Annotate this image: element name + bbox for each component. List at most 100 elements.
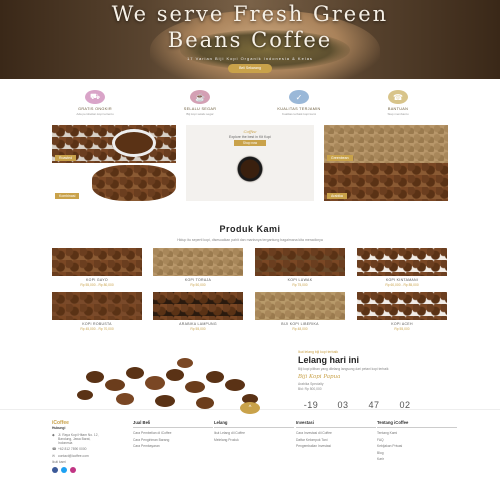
hero-subtitle: 17 Varian Biji Kopi Organik Indonesia & …: [187, 56, 313, 61]
mail-icon: ✉: [52, 453, 55, 458]
product-price: Rp 45,000 - Rp 70,000: [80, 327, 114, 331]
product-image: [52, 292, 142, 320]
hero-title-line1: We serve Fresh Green: [111, 2, 389, 26]
auction-kicker: Ikut lelang biji kopi terbaik: [298, 350, 339, 354]
footer-address-text: Jl. Raya Kopi Hitam No. 12, Bandung, Jaw…: [58, 432, 99, 445]
product-card[interactable]: KOPI ACEH Rp 55,000: [357, 292, 447, 336]
product-card[interactable]: KOPI TORAJA Rp 50,000: [153, 248, 243, 292]
coffee-cup-image: [112, 129, 156, 157]
footer-address: ◆ Jl. Raya Kopi Hitam No. 12, Bandung, J…: [52, 433, 102, 445]
footer-col-heading: Tentang iCoffee: [377, 420, 457, 428]
promo-shop-button[interactable]: Shop now: [234, 140, 266, 146]
product-image: [255, 292, 345, 320]
promo-brand: Coffee: [243, 129, 257, 134]
footer-link[interactable]: FAQ: [377, 438, 457, 442]
footer-email-text: contact@icoffee.com: [58, 453, 89, 458]
product-price: Rp 75,000: [292, 283, 308, 287]
product-price: Rp 60,000 - Rp 85,000: [385, 283, 419, 287]
product-card[interactable]: BIJI KOPI LIBERIKA Rp 48,000: [255, 292, 345, 336]
feature-gratis-ongkir: ⛟ GRATIS ONGKIR Ada pembelian kopi terte…: [60, 90, 130, 116]
tile-kombinasi[interactable]: Kombinasi: [52, 163, 176, 201]
footer-link[interactable]: Blog: [377, 451, 457, 455]
product-name: KOPI KINTAMANI: [385, 278, 419, 282]
feature-desc: Kualitas terbaik kopi kami: [281, 112, 316, 116]
hero-title-line2: Beans Coffee: [167, 28, 333, 52]
phone-icon: ☎: [52, 447, 57, 451]
facebook-icon[interactable]: [52, 466, 58, 473]
footer-link[interactable]: Cara Investasi di iCoffee: [296, 431, 376, 435]
product-card[interactable]: KOPI KINTAMANI Rp 60,000 - Rp 85,000: [357, 248, 447, 292]
tile-promo[interactable]: Coffee Explore the best in Kit Kopi Shop…: [186, 125, 314, 201]
auction-desc: Biji kopi pilihan yang dilelang langsung…: [298, 367, 389, 371]
footer-link[interactable]: Pengembalian Investasi: [296, 444, 376, 448]
footer-link[interactable]: Daftar Kelompok Tani: [296, 438, 376, 442]
hero-banner: We serve Fresh Green Beans Coffee 17 Var…: [0, 0, 500, 79]
feature-selalu-segar: ☕ SELALU SEGAR Biji kopi selalu segar: [165, 90, 235, 116]
feature-bantuan: ☎ BANTUAN Siap membantu: [363, 90, 433, 116]
product-price: Rp 55,000: [190, 327, 206, 331]
feature-title: BANTUAN: [387, 107, 409, 111]
product-image: [153, 248, 243, 276]
location-pin-icon: ◆: [52, 432, 55, 437]
footer-col-jualbeli: Jual Beli Cara Pembelian di iCoffee Cara…: [133, 420, 213, 451]
instagram-icon[interactable]: [70, 466, 76, 473]
product-card[interactable]: KOPI ROBUSTA Rp 45,000 - Rp 70,000: [52, 292, 142, 336]
tile-roasted[interactable]: Roasted: [52, 125, 176, 163]
footer-social: [52, 466, 132, 473]
footer-email[interactable]: ✉ contact@icoffee.com: [52, 454, 132, 458]
twitter-icon[interactable]: [61, 466, 67, 473]
footer-link[interactable]: Cara Pembayaran: [133, 444, 213, 448]
footer-col-tentang: Tentang iCoffee Tentang Kami FAQ Kebijak…: [377, 420, 457, 464]
footer-link[interactable]: Kebijakan Privasi: [377, 444, 457, 448]
coffee-cup-icon: ☕: [190, 90, 210, 104]
feature-kualitas: ✓ KUALITAS TERJAMIN Kualitas terbaik kop…: [264, 90, 334, 116]
footer-col-heading: Jual Beli: [133, 420, 213, 428]
product-card[interactable]: KOPI GAYO Rp 55,000 - Rp 80,000: [52, 248, 142, 292]
feature-desc: Biji kopi selalu segar: [186, 112, 214, 116]
footer-social-label: Ikuti kami: [52, 460, 66, 464]
footer-col-heading: Investasi: [296, 420, 376, 428]
product-image: [52, 248, 142, 276]
shield-icon: ✓: [289, 90, 309, 104]
product-price: Rp 55,000: [394, 327, 410, 331]
tag-greenbean: Greenbean: [327, 155, 353, 161]
chevron-up-icon: ^: [248, 405, 252, 411]
footer-link[interactable]: Karir: [377, 457, 457, 461]
footer-phone[interactable]: ☎ +62 812 7890 0000: [52, 447, 132, 451]
product-name: KOPI ROBUSTA: [82, 322, 112, 326]
product-image: [255, 248, 345, 276]
tile-arabika[interactable]: Arabika: [324, 163, 448, 201]
promo-text: Explore the best in Kit Kopi: [228, 135, 272, 139]
feature-desc: Siap membantu: [387, 112, 409, 116]
product-card[interactable]: ARABIKA LAMPUNG Rp 55,000: [153, 292, 243, 336]
footer-link[interactable]: Cara Pembelian di iCoffee: [133, 431, 213, 435]
footer-tagline: Hubungi: [52, 426, 66, 430]
footer-link[interactable]: Tentang Kami: [377, 431, 457, 435]
tag-roasted: Roasted: [55, 155, 77, 161]
footer-col-lelang: Lelang Ikut Lelang di iCoffee Melelang P…: [214, 420, 294, 444]
feature-title: KUALITAS TERJAMIN: [277, 107, 321, 111]
product-card[interactable]: KOPI LUWAK Rp 75,000: [255, 248, 345, 292]
footer-col-heading: Lelang: [214, 420, 294, 428]
truck-icon: ⛟: [85, 90, 105, 104]
products-title: Produk Kami: [219, 224, 281, 234]
tile-greenbean[interactable]: Greenbean: [324, 125, 448, 163]
auction-item: Biji Kopi Papua: [298, 374, 341, 380]
footer-link[interactable]: Ikut Lelang di iCoffee: [214, 431, 294, 435]
footer-link[interactable]: Cara Pengiriman Barang: [133, 438, 213, 442]
feature-title: SELALU SEGAR: [183, 107, 217, 111]
espresso-cup-image: [236, 155, 264, 183]
scroll-top-button[interactable]: ^: [240, 402, 260, 414]
product-name: KOPI GAYO: [86, 278, 108, 282]
hero-cta-button[interactable]: Beli Sekarang: [228, 64, 272, 73]
product-price: Rp 48,000: [292, 327, 308, 331]
footer-link[interactable]: Melelang Produk: [214, 438, 294, 442]
product-price: Rp 50,000: [190, 283, 206, 287]
product-price: Rp 55,000 - Rp 80,000: [80, 283, 114, 287]
tag-arabika: Arabika: [327, 193, 347, 199]
product-image: [357, 248, 447, 276]
footer-col-investasi: Investasi Cara Investasi di iCoffee Daft…: [296, 420, 376, 451]
product-name: BIJI KOPI LIBERIKA: [281, 322, 319, 326]
product-name: KOPI TORAJA: [184, 278, 212, 282]
auction-title: Lelang hari ini: [298, 355, 360, 365]
